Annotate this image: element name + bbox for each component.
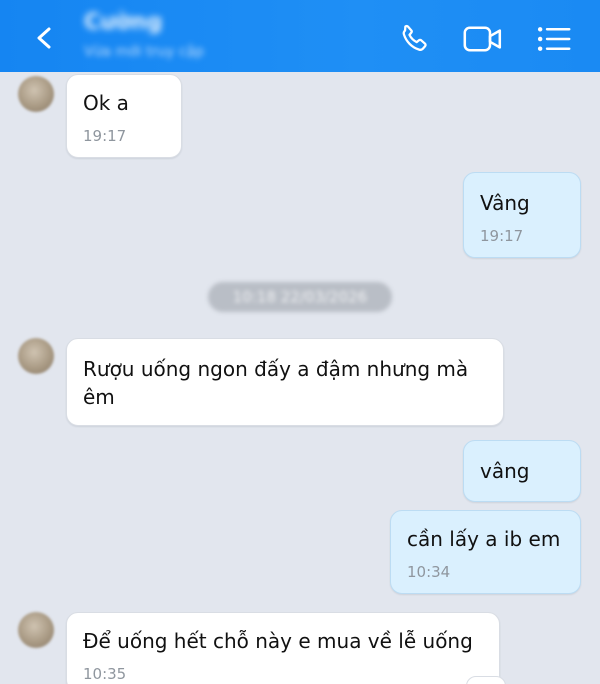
- message-text-line: êm: [83, 385, 115, 409]
- chat-header: Cường Vừa mới truy cập: [0, 0, 600, 72]
- avatar[interactable]: [18, 76, 54, 112]
- call-icon[interactable]: [396, 22, 430, 56]
- contact-name[interactable]: Cường: [84, 10, 162, 35]
- message-text: vâng: [480, 459, 530, 483]
- message-bubble-incoming[interactable]: Ok a 19:17: [66, 74, 182, 158]
- menu-icon[interactable]: [536, 22, 572, 56]
- contact-status: Vừa mới truy cập: [84, 44, 205, 60]
- message-time: 10:35: [83, 665, 127, 683]
- message-text: cần lấy a ib em: [407, 527, 561, 551]
- video-call-icon[interactable]: [462, 22, 504, 56]
- message-text-line: Rượu uống ngon đấy a đậm nhưng mà: [83, 357, 469, 381]
- message-time: 10:34: [407, 563, 451, 581]
- message-bubble-outgoing[interactable]: Vâng 19:17: [463, 172, 581, 258]
- message-bubble-outgoing[interactable]: vâng: [463, 440, 581, 502]
- message-bubble-incoming[interactable]: Rượu uống ngon đấy a đậm nhưng mà êm: [66, 338, 504, 426]
- partial-message-bubble: [466, 676, 506, 684]
- avatar[interactable]: [18, 612, 54, 648]
- message-text: Để uống hết chỗ này e mua về lễ uống: [83, 629, 473, 653]
- avatar[interactable]: [18, 338, 54, 374]
- date-separator: 10:18 22/03/2026: [208, 282, 392, 312]
- message-bubble-incoming[interactable]: Để uống hết chỗ này e mua về lễ uống 10:…: [66, 612, 500, 684]
- message-time: 19:17: [480, 227, 524, 245]
- back-icon[interactable]: [34, 26, 54, 50]
- message-bubble-outgoing[interactable]: cần lấy a ib em 10:34: [390, 510, 581, 594]
- message-text: Vâng: [480, 191, 530, 215]
- message-text: Ok a: [83, 91, 129, 115]
- message-time: 19:17: [83, 127, 127, 145]
